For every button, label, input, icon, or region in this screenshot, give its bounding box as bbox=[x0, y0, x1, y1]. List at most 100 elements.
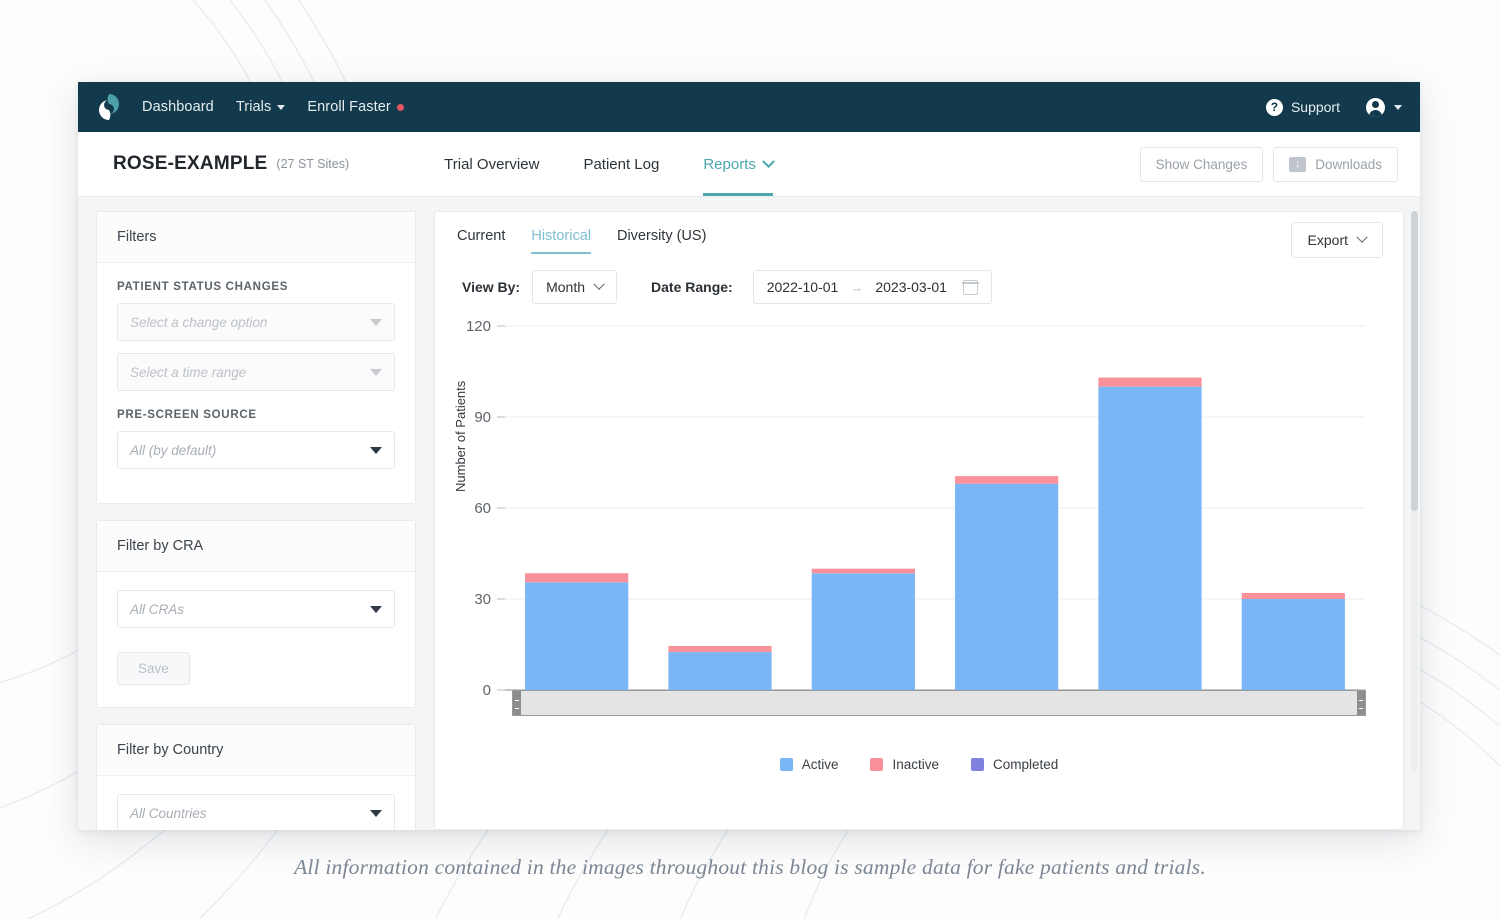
filters-card-header: Filters bbox=[97, 212, 415, 263]
filters-sidebar: Filters PATIENT STATUS CHANGES Select a … bbox=[96, 211, 416, 830]
brush-handle-right[interactable] bbox=[1357, 691, 1365, 715]
legend-label-completed: Completed bbox=[993, 757, 1058, 772]
view-by-label: View By: bbox=[462, 279, 520, 295]
pre-screen-source-select-value: All (by default) bbox=[130, 443, 216, 458]
chart-canvas[interactable]: 03060901202022-10-012022-11-012022-12-01… bbox=[435, 312, 1395, 732]
content-scrollbar[interactable] bbox=[1411, 211, 1418, 771]
chevron-down-icon bbox=[370, 369, 382, 376]
export-label: Export bbox=[1308, 232, 1348, 248]
time-range-select[interactable]: Select a time range bbox=[117, 353, 395, 391]
date-range-label: Date Range: bbox=[651, 279, 733, 295]
cra-select-value: All CRAs bbox=[130, 602, 184, 617]
question-mark-circle-icon: ? bbox=[1266, 99, 1283, 116]
report-tab-current-label: Current bbox=[457, 228, 505, 244]
legend-item-completed[interactable]: Completed bbox=[971, 757, 1058, 772]
downloads-label: Downloads bbox=[1315, 157, 1382, 172]
chart-controls: View By: Month Date Range: 2022-10-01 → … bbox=[435, 254, 1403, 304]
tab-trial-overview[interactable]: Trial Overview bbox=[444, 132, 539, 196]
country-select[interactable]: All Countries bbox=[117, 794, 395, 830]
view-by-value: Month bbox=[546, 279, 585, 295]
show-changes-label: Show Changes bbox=[1156, 157, 1248, 172]
nav-link-enroll-faster[interactable]: Enroll Faster bbox=[307, 99, 404, 115]
support-label: Support bbox=[1291, 99, 1340, 115]
tab-patient-log[interactable]: Patient Log bbox=[583, 132, 659, 196]
nav-link-trials-label: Trials bbox=[236, 99, 272, 115]
circular-s-logo-icon[interactable] bbox=[94, 92, 124, 122]
report-tab-historical[interactable]: Historical bbox=[531, 228, 591, 254]
legend-item-inactive[interactable]: Inactive bbox=[870, 757, 939, 772]
chevron-down-icon bbox=[277, 105, 285, 110]
historical-bar-chart: Number of Patients 03060901202022-10-012… bbox=[435, 312, 1403, 782]
content-area: Filters PATIENT STATUS CHANGES Select a … bbox=[78, 197, 1420, 830]
chevron-down-icon bbox=[593, 279, 604, 290]
filter-by-cra-card: Filter by CRA All CRAs Save bbox=[96, 520, 416, 708]
nav-link-enroll-faster-label: Enroll Faster bbox=[307, 99, 391, 115]
chevron-down-icon bbox=[762, 155, 775, 168]
header-actions: Show Changes Downloads bbox=[1140, 147, 1398, 182]
export-button[interactable]: Export bbox=[1291, 222, 1383, 258]
account-menu-button[interactable] bbox=[1366, 98, 1402, 117]
change-option-select-value: Select a change option bbox=[130, 315, 267, 330]
user-avatar-icon bbox=[1366, 98, 1385, 117]
nav-right-cluster: ? Support bbox=[1266, 98, 1402, 117]
chart-y-axis-title: Number of Patients bbox=[453, 381, 468, 492]
arrow-right-icon: → bbox=[850, 280, 863, 295]
legend-item-active[interactable]: Active bbox=[780, 757, 839, 772]
filter-by-country-body: All Countries Save bbox=[97, 776, 415, 830]
report-tab-bar: Current Historical Diversity (US) Export bbox=[435, 212, 1403, 254]
save-cra-button[interactable]: Save bbox=[117, 652, 190, 685]
svg-text:30: 30 bbox=[474, 591, 491, 608]
filters-card: Filters PATIENT STATUS CHANGES Select a … bbox=[96, 211, 416, 504]
chevron-down-icon bbox=[370, 606, 382, 613]
trial-subheader: ROSE-EXAMPLE (27 ST Sites) Trial Overvie… bbox=[78, 132, 1420, 197]
trial-sites-count: (27 ST Sites) bbox=[276, 157, 349, 171]
pre-screen-source-select[interactable]: All (by default) bbox=[117, 431, 395, 469]
report-tab-diversity-label: Diversity (US) bbox=[617, 228, 706, 244]
date-range-end[interactable]: 2023-03-01 bbox=[875, 279, 947, 295]
filter-by-cra-title: Filter by CRA bbox=[117, 538, 395, 554]
app-window: Dashboard Trials Enroll Faster ? Support bbox=[78, 82, 1420, 830]
support-button[interactable]: ? Support bbox=[1266, 99, 1340, 116]
change-option-select[interactable]: Select a change option bbox=[117, 303, 395, 341]
report-tab-historical-label: Historical bbox=[531, 228, 591, 244]
chevron-down-icon bbox=[1394, 105, 1402, 110]
cra-select[interactable]: All CRAs bbox=[117, 590, 395, 628]
svg-text:90: 90 bbox=[474, 409, 491, 426]
calendar-icon[interactable] bbox=[963, 280, 978, 295]
chevron-down-icon bbox=[1356, 232, 1367, 243]
time-range-select-value: Select a time range bbox=[130, 365, 246, 380]
report-panel: Current Historical Diversity (US) Export… bbox=[434, 211, 1404, 830]
patient-status-changes-label: PATIENT STATUS CHANGES bbox=[117, 281, 395, 293]
tab-reports[interactable]: Reports bbox=[703, 132, 773, 196]
legend-label-active: Active bbox=[802, 757, 839, 772]
svg-text:60: 60 bbox=[474, 500, 491, 517]
tab-patient-log-label: Patient Log bbox=[583, 156, 659, 173]
view-by-select[interactable]: Month bbox=[532, 270, 617, 304]
chevron-down-icon bbox=[370, 319, 382, 326]
legend-label-inactive: Inactive bbox=[892, 757, 939, 772]
filter-by-country-header: Filter by Country bbox=[97, 725, 415, 776]
date-range-picker[interactable]: 2022-10-01 → 2023-03-01 bbox=[753, 270, 992, 304]
nav-link-trials[interactable]: Trials bbox=[236, 99, 286, 115]
legend-swatch-completed bbox=[971, 758, 984, 771]
filter-by-country-card: Filter by Country All Countries Save bbox=[96, 724, 416, 830]
downloads-button[interactable]: Downloads bbox=[1273, 147, 1398, 182]
legend-swatch-active bbox=[780, 758, 793, 771]
filter-by-country-title: Filter by Country bbox=[117, 742, 395, 758]
brush-handle-left[interactable] bbox=[513, 691, 521, 715]
chart-range-brush[interactable] bbox=[512, 690, 1366, 716]
nav-link-dashboard[interactable]: Dashboard bbox=[142, 99, 214, 115]
chevron-down-icon bbox=[370, 447, 382, 454]
filter-by-cra-body: All CRAs Save bbox=[97, 572, 415, 707]
main-tab-bar: Trial Overview Patient Log Reports bbox=[444, 132, 773, 196]
show-changes-button[interactable]: Show Changes bbox=[1140, 147, 1264, 182]
svg-text:0: 0 bbox=[483, 682, 491, 699]
svg-text:120: 120 bbox=[466, 318, 491, 335]
filter-by-cra-header: Filter by CRA bbox=[97, 521, 415, 572]
filters-card-body: PATIENT STATUS CHANGES Select a change o… bbox=[97, 263, 415, 503]
content-scrollbar-thumb[interactable] bbox=[1411, 211, 1418, 511]
report-tab-diversity[interactable]: Diversity (US) bbox=[617, 228, 706, 254]
report-tab-current[interactable]: Current bbox=[457, 228, 505, 254]
date-range-start[interactable]: 2022-10-01 bbox=[767, 279, 839, 295]
nav-links: Dashboard Trials Enroll Faster bbox=[142, 99, 404, 115]
